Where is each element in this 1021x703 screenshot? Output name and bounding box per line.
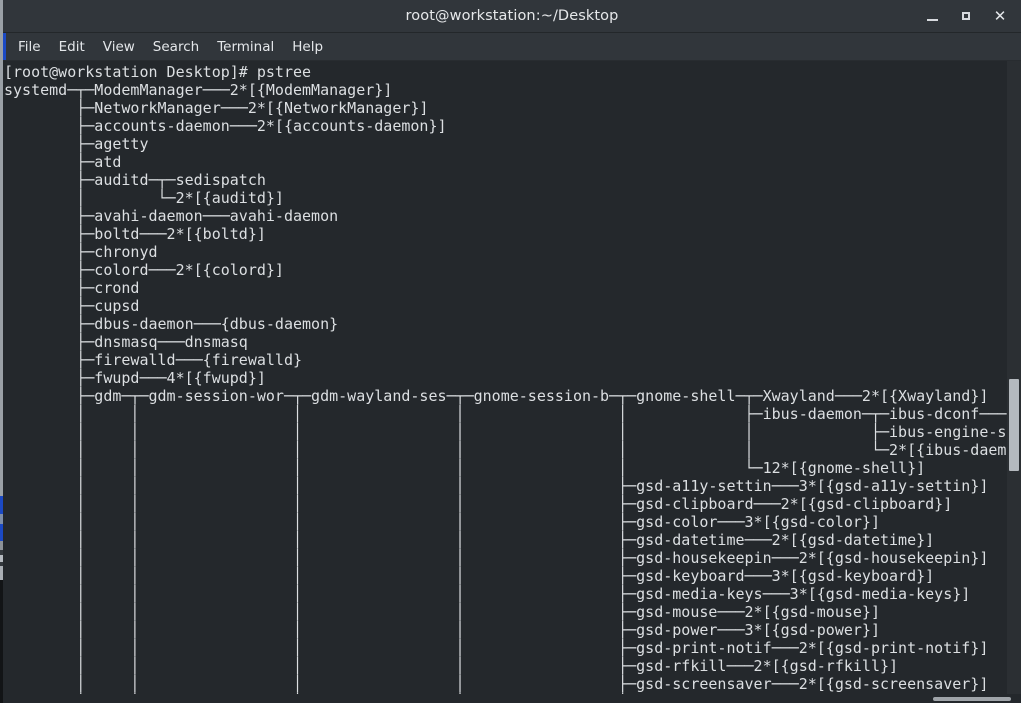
menu-bar: File Edit View Search Terminal Help xyxy=(3,33,1021,61)
menu-item-help[interactable]: Help xyxy=(283,36,332,58)
terminal-window-screenshot: root@workstation:~/Desktop ✕ File Edit V… xyxy=(0,0,1021,703)
window-controls: ✕ xyxy=(915,0,1017,32)
terminal-line: │ │ │ │ │ │ └─2*[{ibus-daem+ xyxy=(4,441,1016,459)
terminal-line: │ │ │ │ ├─gsd-screensaver───2*[{gsd-scre… xyxy=(4,675,989,693)
terminal-line: │ │ │ │ ├─gsd-rfkill───2*[{gsd-rfkill}] xyxy=(4,657,899,675)
terminal-line: │ │ │ │ ├─gsd-media-keys───3*[{gsd-media… xyxy=(4,585,971,603)
terminal-line: ├─firewalld───{firewalld} xyxy=(4,351,303,369)
terminal-line: ├─dnsmasq───dnsmasq xyxy=(4,333,248,351)
minimize-button[interactable] xyxy=(915,0,949,32)
terminal-line: ├─colord───2*[{colord}] xyxy=(4,261,284,279)
menu-item-edit[interactable]: Edit xyxy=(50,36,94,58)
terminal-line: systemd─┬─ModemManager───2*[{ModemManage… xyxy=(4,81,393,99)
terminal-line: │ │ │ │ ├─gsd-power───3*[{gsd-power}] xyxy=(4,621,880,639)
terminal-line: ├─accounts-daemon───2*[{accounts-daemon}… xyxy=(4,117,447,135)
terminal-line: │ │ │ │ ├─gsd-clipboard───2*[{gsd-clipbo… xyxy=(4,495,953,513)
terminal-line: ├─boltd───2*[{boltd}] xyxy=(4,225,266,243)
menu-item-search[interactable]: Search xyxy=(144,36,208,58)
menu-item-file[interactable]: File xyxy=(9,36,50,58)
terminal-line: ├─atd xyxy=(4,153,122,171)
minimize-icon xyxy=(926,19,938,21)
terminal-line: │ │ │ │ │ │ ├─ibus-engine-s+ xyxy=(4,423,1016,441)
close-icon: ✕ xyxy=(993,6,1007,25)
terminal-line: │ │ │ │ ├─gsd-color───3*[{gsd-color}] xyxy=(4,513,880,531)
terminal-line: ├─NetworkManager───2*[{NetworkManager}] xyxy=(4,99,429,117)
horizontal-scrollbar-thumb[interactable] xyxy=(933,697,1011,701)
terminal-line: ├─cupsd xyxy=(4,297,140,315)
terminal-line: │ │ │ │ ├─gsd-mouse───2*[{gsd-mouse}] xyxy=(4,603,880,621)
terminal-line: ├─crond xyxy=(4,279,140,297)
terminal-line: │ │ │ │ ├─gsd-datetime───2*[{gsd-datetim… xyxy=(4,531,935,549)
terminal-line: ├─auditd─┬─sedispatch xyxy=(4,171,266,189)
menu-item-view[interactable]: View xyxy=(94,36,144,58)
terminal-line: │ │ │ │ ├─gsd-a11y-settin───3*[{gsd-a11y… xyxy=(4,477,989,495)
terminal-line: │ │ │ │ ├─gsd-housekeepin───2*[{gsd-hous… xyxy=(4,549,989,567)
vertical-scrollbar-thumb[interactable] xyxy=(1009,379,1019,471)
terminal-viewport[interactable]: [root@workstation Desktop]# pstree system… xyxy=(3,61,1021,703)
horizontal-scrollbar[interactable] xyxy=(3,694,1021,703)
terminal-line: │ │ │ │ ├─gsd-keyboard───3*[{gsd-keyboar… xyxy=(4,567,935,585)
title-bar[interactable]: root@workstation:~/Desktop ✕ xyxy=(3,0,1021,33)
terminal-line: │ │ │ │ │ ├─ibus-daemon─┬─ibus-dconf───+ xyxy=(4,405,1016,423)
terminal-output[interactable]: [root@workstation Desktop]# pstree system… xyxy=(3,61,1015,703)
gnome-terminal-window: root@workstation:~/Desktop ✕ File Edit V… xyxy=(3,0,1021,703)
window-title: root@workstation:~/Desktop xyxy=(405,8,619,24)
menu-item-terminal[interactable]: Terminal xyxy=(208,36,283,58)
vertical-scrollbar[interactable] xyxy=(1007,61,1021,703)
terminal-line: │ │ │ │ │ └─12*[{gnome-shell}] xyxy=(4,459,926,477)
close-button[interactable]: ✕ xyxy=(983,0,1017,32)
maximize-icon xyxy=(962,12,970,20)
terminal-prompt-line: [root@workstation Desktop]# pstree xyxy=(4,63,312,81)
terminal-line: ├─agetty xyxy=(4,135,149,153)
terminal-line: │ └─2*[{auditd}] xyxy=(4,189,284,207)
terminal-line: ├─avahi-daemon───avahi-daemon xyxy=(4,207,339,225)
terminal-line: ├─gdm─┬─gdm-session-wor─┬─gdm-wayland-se… xyxy=(4,387,989,405)
terminal-line: ├─dbus-daemon───{dbus-daemon} xyxy=(4,315,339,333)
maximize-button[interactable] xyxy=(949,0,983,32)
terminal-line: ├─chronyd xyxy=(4,243,158,261)
terminal-line: │ │ │ │ ├─gsd-print-notif───2*[{gsd-prin… xyxy=(4,639,989,657)
terminal-line: ├─fwupd───4*[{fwupd}] xyxy=(4,369,266,387)
